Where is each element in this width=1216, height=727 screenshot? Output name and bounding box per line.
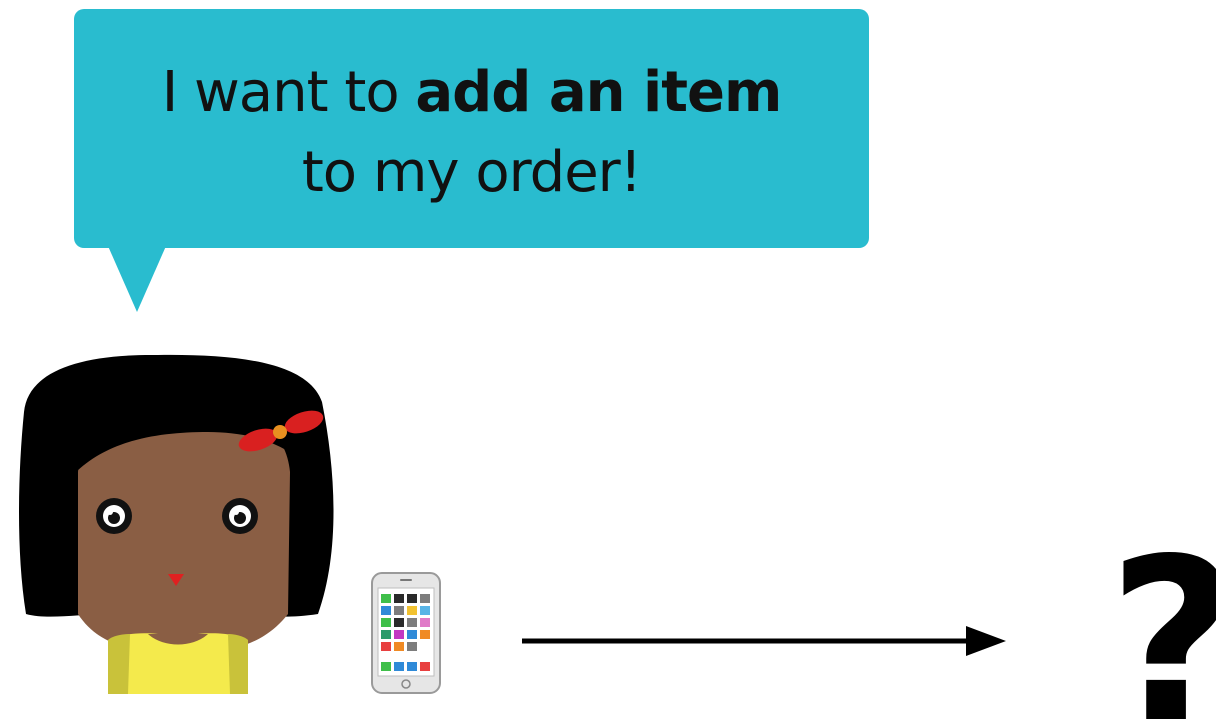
speech-line-1: I want to add an item [74,53,869,133]
speech-line-2: to my order! [301,140,642,205]
girl-avatar-icon [19,354,334,694]
right-arrow-icon [522,626,1006,656]
speech-bubble-tail [108,246,166,312]
mobile-phone-icon [371,572,441,694]
unknown-destination-mark: ? [1108,530,1216,727]
diagram-canvas: I want to add an item to my order! [0,0,1216,727]
speech-bubble: I want to add an item to my order! [74,9,869,248]
speech-prefix: I want to [161,60,416,125]
speech-emphasis: add an item [415,60,782,125]
